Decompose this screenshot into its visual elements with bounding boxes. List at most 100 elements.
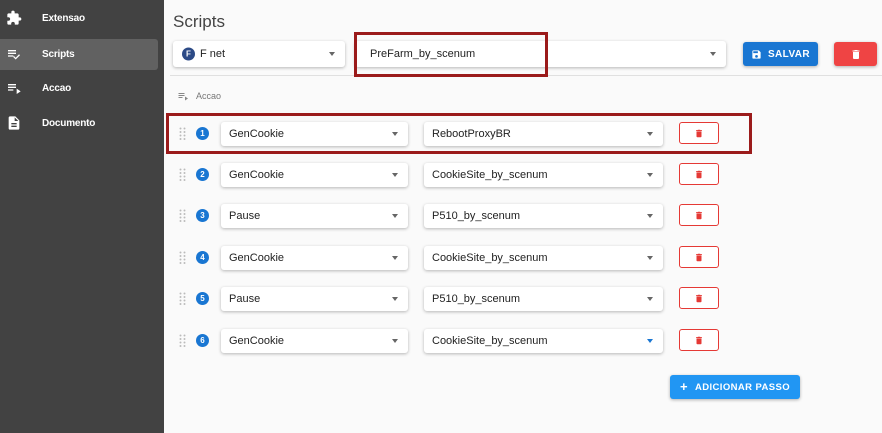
- trash-icon: [696, 336, 702, 344]
- step-number-badge: 4: [196, 251, 209, 264]
- step-action-select[interactable]: GenCookie: [221, 329, 408, 353]
- step-script-value: CookieSite_by_scenum: [432, 169, 548, 181]
- chevron-down-icon: [329, 52, 335, 56]
- delete-step-button[interactable]: [679, 204, 719, 226]
- chevron-down-icon: [647, 297, 653, 301]
- chevron-down-icon: [392, 256, 398, 260]
- step-row: 2 GenCookie CookieSite_by_scenum: [164, 160, 882, 190]
- sidebar-item-label: Scripts: [42, 49, 75, 60]
- page-title: Scripts: [173, 12, 225, 31]
- chevron-down-icon: [392, 214, 398, 218]
- step-script-select[interactable]: CookieSite_by_scenum: [424, 329, 663, 353]
- trash-icon: [696, 170, 702, 178]
- step-script-value: P510_by_scenum: [432, 293, 521, 305]
- step-number-badge: 5: [196, 292, 209, 305]
- step-action-value: GenCookie: [229, 169, 285, 181]
- step-action-select[interactable]: GenCookie: [221, 163, 408, 187]
- save-icon: [752, 49, 761, 59]
- chevron-down-icon: [647, 256, 653, 260]
- step-script-select[interactable]: CookieSite_by_scenum: [424, 246, 663, 270]
- delete-step-button[interactable]: [679, 163, 719, 185]
- step-action-select[interactable]: GenCookie: [221, 122, 408, 146]
- save-button[interactable]: SALVAR: [743, 42, 818, 66]
- drag-handle-icon[interactable]: [179, 251, 186, 264]
- plus-icon: +: [679, 379, 688, 394]
- step-action-value: GenCookie: [229, 128, 285, 140]
- step-script-select[interactable]: P510_by_scenum: [424, 287, 663, 311]
- chevron-down-icon: [392, 297, 398, 301]
- step-action-select[interactable]: Pause: [221, 287, 408, 311]
- drag-handle-icon[interactable]: [179, 292, 186, 305]
- add-step-label: ADICIONAR PASSO: [694, 381, 791, 393]
- step-number-badge: 1: [196, 127, 209, 140]
- chevron-down-icon: [392, 339, 398, 343]
- add-step-button[interactable]: + ADICIONAR PASSO: [670, 375, 800, 399]
- chevron-down-icon: [647, 132, 653, 136]
- drag-handle-icon[interactable]: [179, 127, 186, 140]
- script-select-value: PreFarm_by_scenum: [370, 48, 476, 60]
- step-script-value: CookieSite_by_scenum: [432, 252, 548, 264]
- divider: [170, 75, 882, 76]
- main-content: Scripts F F net PreFarm_by_scenum SALVAR…: [164, 0, 882, 433]
- sidebar-item-scripts[interactable]: Scripts: [0, 39, 158, 70]
- sidebar-item-label: Extensao: [42, 13, 85, 24]
- delete-script-button[interactable]: [834, 42, 877, 66]
- section-header: Accao: [176, 90, 221, 102]
- step-script-value: P510_by_scenum: [432, 210, 521, 222]
- chevron-down-icon: [647, 173, 653, 177]
- sidebar-item-label: Documento: [42, 118, 96, 129]
- step-row: 4 GenCookie CookieSite_by_scenum: [164, 243, 882, 273]
- step-row: 3 Pause P510_by_scenum: [164, 201, 882, 231]
- sidebar-item-label: Accao: [42, 83, 72, 94]
- save-button-label: SALVAR: [767, 48, 811, 60]
- step-action-select[interactable]: Pause: [221, 204, 408, 228]
- step-number-badge: 3: [196, 209, 209, 222]
- sidebar-item-documento[interactable]: Documento: [0, 108, 158, 139]
- step-script-select[interactable]: RebootProxyBR: [424, 122, 663, 146]
- trash-icon: [696, 129, 702, 137]
- chevron-down-icon: [392, 132, 398, 136]
- delete-step-button[interactable]: [679, 287, 719, 309]
- delete-step-button[interactable]: [679, 122, 719, 144]
- step-script-select[interactable]: P510_by_scenum: [424, 204, 663, 228]
- drag-handle-icon[interactable]: [179, 168, 186, 181]
- step-action-select[interactable]: GenCookie: [221, 246, 408, 270]
- trash-icon: [852, 49, 859, 59]
- step-action-value: GenCookie: [229, 335, 285, 347]
- delete-step-button[interactable]: [679, 329, 719, 351]
- step-number-badge: 6: [196, 334, 209, 347]
- playlist-icon: [178, 93, 188, 101]
- trash-icon: [696, 294, 702, 302]
- script-select[interactable]: PreFarm_by_scenum: [355, 41, 726, 67]
- step-row: 6 GenCookie CookieSite_by_scenum: [164, 326, 882, 356]
- chevron-down-icon: [392, 173, 398, 177]
- sidebar-item-extensao[interactable]: Extensao: [0, 3, 158, 34]
- sidebar: Extensao Scripts Accao Documento: [0, 0, 164, 433]
- section-label: Accao: [196, 91, 222, 101]
- delete-step-button[interactable]: [679, 246, 719, 268]
- step-action-value: GenCookie: [229, 252, 285, 264]
- step-action-value: Pause: [229, 293, 261, 305]
- step-number-badge: 2: [196, 168, 209, 181]
- trash-icon: [696, 211, 702, 219]
- chevron-down-icon: [647, 214, 653, 218]
- document-icon: [8, 116, 20, 130]
- puzzle-icon: [7, 10, 22, 25]
- chevron-down-icon: [710, 52, 716, 56]
- step-script-value: RebootProxyBR: [432, 128, 511, 140]
- step-script-select[interactable]: CookieSite_by_scenum: [424, 163, 663, 187]
- drag-handle-icon[interactable]: [179, 209, 186, 222]
- sidebar-item-accao[interactable]: Accao: [0, 73, 158, 104]
- playlist-check-icon: [8, 50, 20, 60]
- step-row: 1 GenCookie RebootProxyBR: [164, 119, 882, 149]
- step-script-value: CookieSite_by_scenum: [432, 335, 548, 347]
- chevron-down-icon: [647, 339, 653, 343]
- profile-avatar: F: [182, 47, 195, 61]
- profile-select-value: F net: [200, 48, 226, 60]
- step-row: 5 Pause P510_by_scenum: [164, 284, 882, 314]
- profile-select[interactable]: F F net: [173, 41, 345, 67]
- drag-handle-icon[interactable]: [179, 334, 186, 347]
- trash-icon: [696, 253, 702, 261]
- playlist-play-icon: [8, 84, 21, 94]
- step-action-value: Pause: [229, 210, 261, 222]
